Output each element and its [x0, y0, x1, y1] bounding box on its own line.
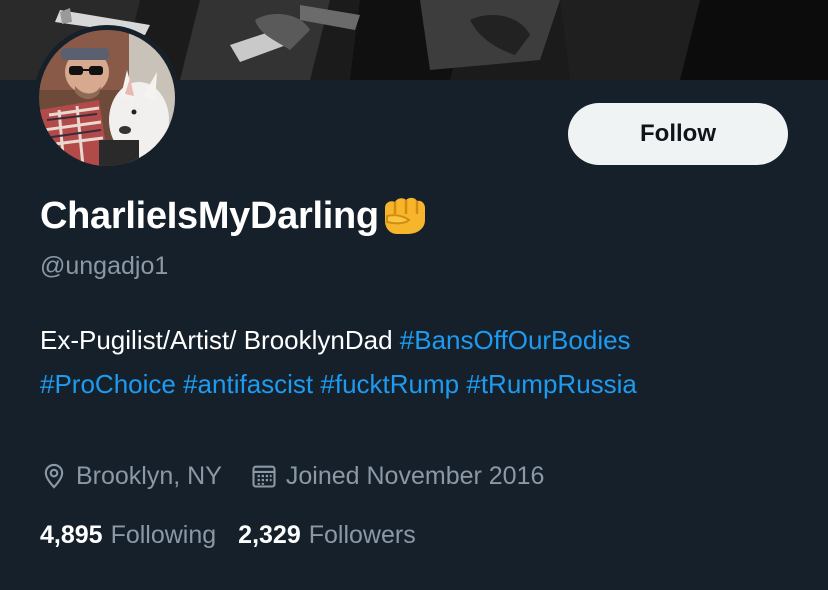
following-label: Following [110, 520, 217, 549]
follow-button[interactable]: Follow [568, 103, 788, 165]
hashtag-link[interactable]: #BansOffOurBodies [400, 325, 631, 355]
location-pin-icon [44, 463, 64, 489]
profile-avatar[interactable] [34, 25, 180, 171]
following-link[interactable]: 4,895 Following [40, 521, 216, 550]
followers-label: Followers [308, 520, 416, 549]
profile-meta-row: Brooklyn, NY Joined November 2016 [40, 459, 544, 493]
location-item: Brooklyn, NY [40, 461, 222, 491]
joined-date-text: Joined November 2016 [285, 461, 545, 490]
hashtag-link[interactable]: #tRumpRussia [466, 369, 637, 399]
following-count: 4,895 [40, 520, 103, 549]
calendar-icon [252, 465, 276, 488]
profile-bio: Ex-Pugilist/Artist/ BrooklynDad #BansOff… [40, 318, 810, 406]
followers-count: 2,329 [238, 520, 301, 549]
hashtag-link[interactable]: #antifascist [183, 369, 313, 399]
user-handle: @ungadjo1 [40, 252, 169, 280]
hashtag-link[interactable]: #fucktRump [320, 369, 459, 399]
display-name-row: CharlieIsMyDarling [40, 192, 427, 240]
joined-item: Joined November 2016 [250, 461, 545, 491]
bio-text: Ex-Pugilist/Artist/ BrooklynDad [40, 325, 400, 355]
fist-emoji-icon [381, 194, 427, 241]
display-name: CharlieIsMyDarling [40, 194, 379, 237]
followers-link[interactable]: 2,329 Followers [238, 521, 416, 550]
hashtag-link[interactable]: #ProChoice [40, 369, 176, 399]
profile-stats-row: 4,895 Following 2,329 Followers [40, 518, 416, 552]
location-text: Brooklyn, NY [76, 461, 222, 490]
